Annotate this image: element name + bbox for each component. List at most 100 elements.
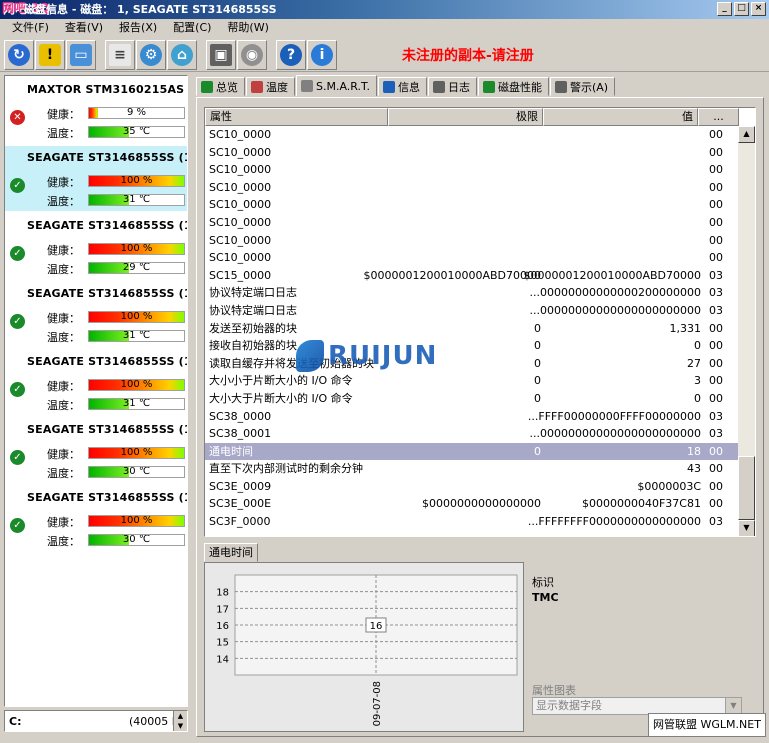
network-button[interactable]: ⌂ [167, 40, 197, 70]
menu-help[interactable]: 帮助(W) [219, 20, 276, 36]
table-row[interactable]: 协议特定端口日志 ...00000000000000200000000 03 [205, 284, 739, 302]
disk-item[interactable]: SEAGATE ST3146855SS (136 ✓ 健康： 100 % 温度： 31 ℃ [5, 146, 187, 211]
health-bar: 100 % [88, 515, 185, 527]
sound-button[interactable]: ◉ [237, 40, 267, 70]
minimize-button[interactable]: _ [717, 2, 732, 16]
table-row[interactable]: SC10_0000 00 [205, 214, 739, 232]
tab-thermometer[interactable]: 温度 [246, 77, 295, 96]
table-row[interactable]: 协议特定端口日志 ...00000000000000000000000 03 [205, 302, 739, 320]
drive-icon: ▭ [70, 44, 92, 66]
tab-performance[interactable]: 磁盘性能 [477, 77, 549, 96]
table-row[interactable]: SC10_0000 00 [205, 126, 739, 144]
cell-attribute: 大小大于片断大小的 I/O 命令 [209, 391, 353, 405]
y-tick-label: 17 [216, 604, 229, 615]
smart-table: 属性 极限 值 ... SC10_0000 00 SC10_0000 00 SC10_0… [204, 107, 756, 537]
disk-item[interactable]: SEAGATE ST3146855SS (136 ✓ 健康： 100 % 温度： 31 ℃ [5, 350, 187, 415]
info-icon [382, 80, 395, 93]
table-scrollbar[interactable]: ▲ ▼ [738, 126, 755, 536]
table-row[interactable]: 大小大于片断大小的 I/O 命令 0 0 00 [205, 390, 739, 408]
menu-view[interactable]: 查看(V) [57, 20, 111, 36]
close-button[interactable]: × [751, 2, 766, 16]
options-button[interactable]: ⚙ [136, 40, 166, 70]
cell-limit: 0 [534, 374, 541, 388]
scroll-thumb[interactable] [738, 456, 755, 520]
header-more[interactable]: ... [698, 108, 739, 126]
disk-item[interactable]: SEAGATE ST3146855SS (136 ✓ 健康： 100 % 温度： 31 ℃ [5, 282, 187, 347]
cell-flag: 03 [709, 286, 723, 300]
chevron-down-icon[interactable]: ▼ [725, 698, 741, 714]
tab-log[interactable]: 日志 [427, 77, 477, 96]
menu-file[interactable]: 文件(F) [4, 20, 57, 36]
table-row[interactable]: 读取自缓存并将发送至初始器的块 0 27 00 [205, 355, 739, 373]
cell-flag: 00 [709, 233, 723, 247]
cell-flag: 03 [709, 427, 723, 441]
table-row[interactable]: SC10_0000 00 [205, 161, 739, 179]
table-row[interactable]: SC10_0000 00 [205, 232, 739, 250]
check-icon [201, 80, 213, 93]
refresh-button[interactable]: ↻ [4, 40, 34, 70]
cell-flag: 00 [709, 215, 723, 229]
table-row[interactable]: 接收自初始器的块 0 0 00 [205, 337, 739, 355]
log-icon [432, 80, 445, 93]
table-row[interactable]: SC38_0001 ...00000000000000000000000 03 [205, 425, 739, 443]
drive-selector[interactable]: C: (40005 M ▲ ▼ [4, 710, 188, 732]
cell-attribute: 直至下次内部测试时的剩余分钟 [209, 462, 363, 476]
menu-config[interactable]: 配置(C) [165, 20, 219, 36]
disk-item[interactable]: SEAGATE ST3146855SS (136 ✓ 健康： 100 % 温度： 30 ℃ [5, 486, 187, 551]
maximize-button[interactable]: □ [734, 2, 749, 16]
table-row[interactable]: SC3E_0009 $0000003C 00 [205, 478, 739, 496]
health-value: 100 % [120, 447, 153, 458]
cell-limit: 0 [534, 339, 541, 353]
warning-icon: ! [39, 44, 61, 66]
header-value[interactable]: 值 [543, 108, 698, 126]
monitor-button[interactable]: ▣ [206, 40, 236, 70]
cell-attribute: SC10_0000 [209, 180, 272, 194]
tab-bar: 总览 温度 S.M.A.R.T. 信息 日志 磁盘性能 警示(A) [196, 75, 616, 97]
cell-value: 27 [687, 356, 701, 370]
y-tick-label: 15 [216, 638, 229, 649]
table-row[interactable]: SC3F_0000 ...FFFFFFFF0000000000000000 03 [205, 513, 739, 531]
health-value: 100 % [120, 175, 153, 186]
scroll-up-icon[interactable]: ▲ [738, 126, 755, 143]
table-row[interactable]: SC10_0000 00 [205, 196, 739, 214]
table-row[interactable]: 直至下次内部测试时的剩余分钟 43 00 [205, 460, 739, 478]
cell-limit: 0 [534, 444, 541, 458]
disk-item[interactable]: SEAGATE ST3146855SS (136 ✓ 健康： 100 % 温度： 30 ℃ [5, 418, 187, 483]
table-row[interactable]: 大小小于片断大小的 I/O 命令 0 3 00 [205, 372, 739, 390]
tab-label: S.M.A.R.T. [316, 79, 370, 93]
scroll-down-icon[interactable]: ▼ [738, 520, 755, 536]
table-row[interactable]: 发送至初始器的块 0 1,331 00 [205, 320, 739, 338]
drive-scroll-icon[interactable]: ▲ ▼ [173, 711, 187, 731]
cell-flag: 00 [709, 198, 723, 212]
table-row[interactable]: SC10_0000 00 [205, 144, 739, 162]
disk-item[interactable]: SEAGATE ST3146855SS (136 ✓ 健康： 100 % 温度： 29 ℃ [5, 214, 187, 279]
tab-check[interactable]: 总览 [196, 77, 245, 96]
table-row[interactable]: 通电时间 0 18 00 [205, 442, 739, 461]
window-controls: _ □ × [717, 2, 766, 16]
tab-power-on-time[interactable]: 通电时间 [204, 543, 258, 562]
info-button[interactable]: i [307, 40, 337, 70]
disk-item[interactable]: MAXTOR STM3160215AS (14 ✕ 健康： 9 % 温度： 35 ℃ [5, 78, 187, 143]
warning-button[interactable]: ! [35, 40, 65, 70]
health-value: 100 % [120, 379, 153, 390]
report-button[interactable]: ≡ [105, 40, 135, 70]
drive-button[interactable]: ▭ [66, 40, 96, 70]
table-row[interactable]: SC38_0000 ...FFFF00000000FFFF00000000 03 [205, 408, 739, 426]
tab-info[interactable]: 信息 [377, 77, 427, 96]
tab-smart[interactable]: S.M.A.R.T. [296, 75, 377, 96]
table-row[interactable]: SC3E_000E $0000000000000000 $0000000040F37… [205, 495, 739, 513]
menu-report[interactable]: 报告(X) [111, 20, 165, 36]
table-row[interactable]: SC15_0000 $0000001200010000ABD70000 $00000… [205, 267, 739, 285]
table-row[interactable]: SC10_0000 00 [205, 179, 739, 197]
header-attribute[interactable]: 属性 [205, 108, 388, 126]
cell-attribute: 协议特定端口日志 [209, 286, 297, 300]
header-limit[interactable]: 极限 [388, 108, 543, 126]
table-row[interactable]: SC10_0000 00 [205, 249, 739, 267]
unregistered-notice[interactable]: 未注册的副本-请注册 [402, 45, 534, 65]
attr-id-label: 标识 [532, 576, 554, 589]
help-button[interactable]: ? [276, 40, 306, 70]
temp-label: 温度： [47, 127, 80, 140]
tab-alert[interactable]: 警示(A) [549, 77, 616, 96]
cell-value: 0 [694, 339, 701, 353]
sound-icon: ◉ [241, 44, 263, 66]
